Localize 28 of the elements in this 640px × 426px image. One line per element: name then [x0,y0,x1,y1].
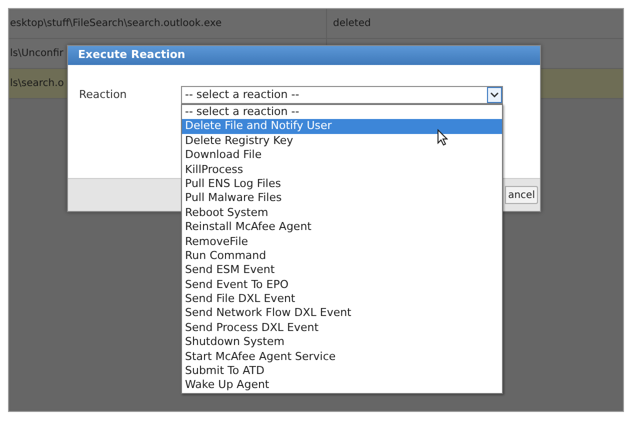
table-cell: esktop\stuff\FileSearch\search.outlook.exe [9,9,327,38]
dropdown-option[interactable]: Pull ENS Log Files [182,176,502,192]
dropdown-option[interactable]: -- select a reaction -- [182,105,502,120]
dropdown-option[interactable]: Reboot System [182,206,502,220]
dropdown-option[interactable]: Start McAfee Agent Service [182,350,502,364]
reaction-select[interactable]: -- select a reaction -- [181,86,503,104]
dropdown-option[interactable]: Submit To ATD [182,364,502,378]
dropdown-option[interactable]: Reinstall McAfee Agent [182,220,502,235]
dropdown-option[interactable]: Send Network Flow DXL Event [182,306,502,321]
dropdown-option[interactable]: Run Command [182,248,502,264]
dropdown-option[interactable]: KillProcess [182,162,502,177]
dropdown-option[interactable]: Send ESM Event [182,263,502,278]
dropdown-option[interactable]: Wake Up Agent [182,378,502,393]
dropdown-option[interactable]: Pull Malware Files [182,191,502,206]
dropdown-option[interactable]: Download File [182,148,502,163]
dropdown-option[interactable]: Send Process DXL Event [182,320,502,336]
dropdown-option[interactable]: Shutdown System [182,335,502,350]
dropdown-option[interactable]: Delete Registry Key [182,134,502,148]
dialog-title: Execute Reaction [78,47,186,64]
dropdown-option[interactable]: RemoveFile [182,234,502,249]
dropdown-arrow-button[interactable] [487,87,502,103]
dropdown-option[interactable]: Send File DXL Event [182,292,502,306]
table-cell-text: deleted [332,17,372,31]
chevron-down-icon [490,92,499,98]
mouse-pointer-icon [437,129,448,146]
cancel-button[interactable]: ancel [505,186,538,204]
dropdown-option[interactable]: Send Event To EPO [182,278,502,292]
dropdown-option[interactable]: Delete File and Notify User [182,119,502,134]
